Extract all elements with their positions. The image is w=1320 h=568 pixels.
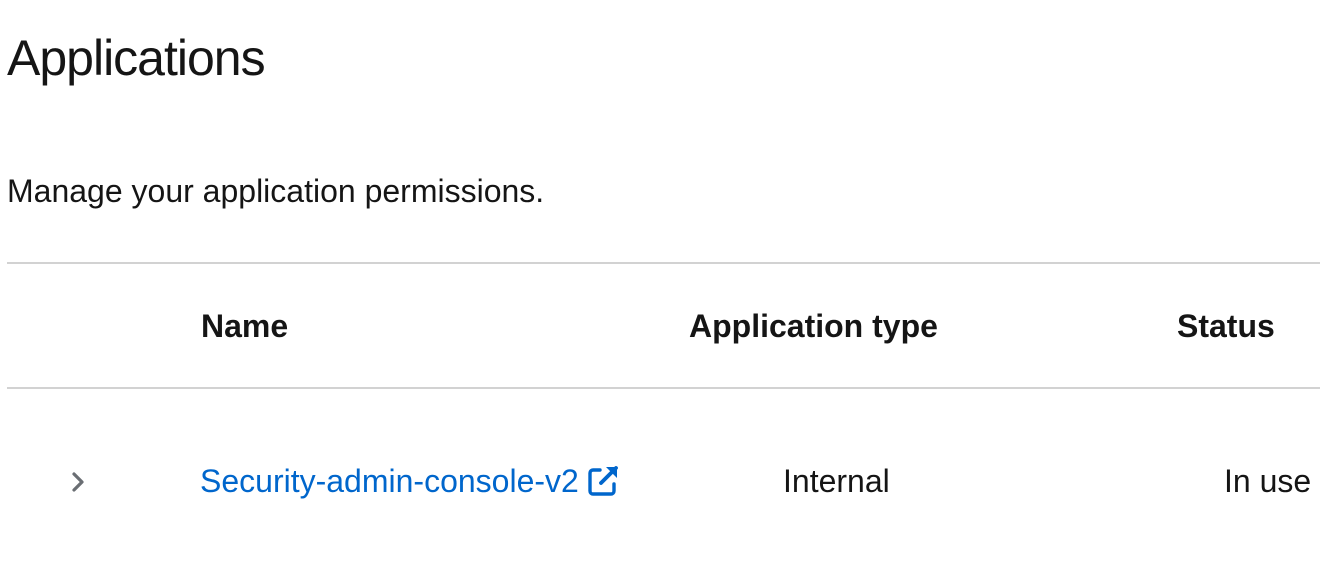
page-description: Manage your application permissions. <box>7 173 545 209</box>
status-cell: In use <box>1224 463 1312 499</box>
chevron-right-icon <box>72 472 84 492</box>
table-header-divider <box>7 387 1320 389</box>
application-name-link[interactable]: Security-admin-console-v2 <box>200 462 621 500</box>
column-header-name[interactable]: Name <box>201 307 288 345</box>
application-name: Security-admin-console-v2 <box>200 463 579 499</box>
table-top-divider <box>7 262 1320 264</box>
column-header-status[interactable]: Status <box>1177 307 1275 345</box>
column-header-application-type[interactable]: Application type <box>689 307 938 345</box>
application-type-cell: Internal <box>783 463 890 499</box>
row-expand-button[interactable] <box>60 462 96 502</box>
page-title: Applications <box>7 30 266 86</box>
external-link-icon <box>585 463 621 499</box>
